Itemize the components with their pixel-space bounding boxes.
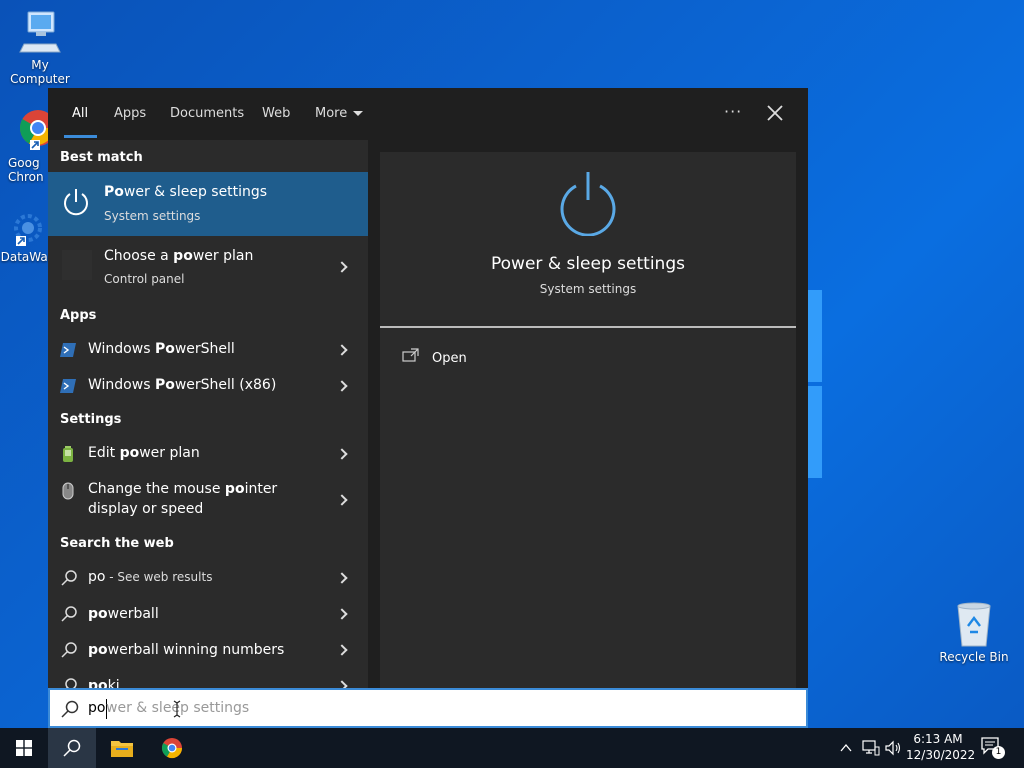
clock-time: 6:13 AM — [913, 732, 963, 746]
result-subtitle: System settings — [104, 209, 201, 223]
result-detail-pane: Power & sleep settings System settings O… — [368, 140, 808, 688]
section-header-search-web: Search the web — [60, 536, 174, 551]
section-header-apps: Apps — [60, 308, 97, 323]
result-title: Power & sleep settings — [104, 184, 268, 200]
desktop-icon-label: Recycle Bin — [939, 650, 1009, 664]
network-icon[interactable] — [862, 740, 880, 756]
mouse-icon — [62, 482, 74, 500]
folder-icon — [111, 741, 133, 757]
taskbar-file-explorer[interactable] — [98, 728, 146, 768]
search-tabs-bar: All Apps Documents Web More ··· — [48, 88, 808, 140]
chevron-right-icon[interactable] — [336, 644, 348, 656]
search-icon — [63, 739, 81, 757]
search-icon — [61, 642, 77, 658]
result-title: powerball winning numbers — [88, 642, 285, 658]
computer-icon — [19, 11, 61, 53]
chevron-up-icon[interactable] — [840, 743, 852, 753]
result-title: Windows PowerShell (x86) — [88, 377, 277, 393]
chevron-right-icon[interactable] — [336, 680, 348, 688]
chevron-down-icon — [353, 111, 364, 116]
chevron-right-icon[interactable] — [336, 261, 348, 273]
volume-icon[interactable] — [884, 740, 902, 756]
desktop-icon-label: My Computer — [10, 58, 70, 86]
clock[interactable]: 6:13 AM 12/30/2022 — [906, 731, 976, 763]
search-typed-text: po — [88, 700, 106, 716]
result-title: poki — [88, 678, 120, 688]
taskbar-chrome[interactable] — [148, 728, 196, 768]
tab-web[interactable]: Web — [262, 88, 290, 140]
chevron-right-icon[interactable] — [336, 572, 348, 584]
start-button[interactable] — [0, 728, 48, 768]
powershell-icon — [60, 343, 76, 357]
section-header-best-match: Best match — [60, 150, 143, 165]
recycle-bin-icon — [957, 602, 991, 647]
chevron-right-icon[interactable] — [336, 608, 348, 620]
windows-logo-light — [808, 290, 822, 480]
gear-cluster-icon — [14, 214, 42, 246]
desktop-icon-my-computer[interactable]: My Computer — [0, 8, 80, 86]
result-subtitle: Control panel — [104, 272, 185, 286]
desktop-icon-recycle-bin[interactable]: Recycle Bin — [934, 600, 1014, 664]
tab-all[interactable]: All — [63, 88, 98, 140]
notifications-button[interactable]: 1 — [980, 736, 1006, 760]
chevron-right-icon[interactable] — [336, 448, 348, 460]
open-label: Open — [432, 351, 467, 366]
start-search-panel: All Apps Documents Web More ··· Best mat… — [48, 88, 808, 728]
result-title: Windows PowerShell — [88, 341, 235, 357]
notification-count-badge: 1 — [992, 746, 1005, 759]
search-icon — [61, 700, 79, 718]
result-windows-powershell-x86[interactable]: Windows PowerShell (x86) — [48, 368, 368, 404]
windows-logo-icon — [16, 740, 32, 756]
result-windows-powershell[interactable]: Windows PowerShell — [48, 332, 368, 368]
detail-subtitle: System settings — [539, 282, 637, 296]
result-title: Choose a power plan — [104, 248, 254, 264]
chevron-right-icon[interactable] — [336, 380, 348, 392]
powershell-icon — [60, 379, 76, 393]
web-result-poki[interactable]: poki — [48, 668, 368, 688]
result-title-line2: display or speed — [88, 501, 204, 517]
battery-icon — [63, 446, 73, 462]
search-input[interactable]: po wer & sleep settings — [48, 688, 808, 728]
taskbar: 6:13 AM 12/30/2022 1 — [0, 728, 1024, 768]
result-title: Edit power plan — [88, 445, 200, 461]
search-icon — [65, 678, 77, 688]
tab-apps[interactable]: Apps — [114, 88, 146, 140]
more-options-button[interactable]: ··· — [724, 102, 742, 121]
result-power-sleep-settings[interactable]: Power & sleep settings System settings — [48, 172, 368, 236]
open-external-icon — [402, 348, 419, 362]
detail-card: Power & sleep settings System settings O… — [380, 152, 796, 688]
result-choose-power-plan[interactable]: Choose a power plan Control panel — [48, 236, 368, 300]
divider — [380, 326, 796, 328]
open-action[interactable]: Open — [402, 348, 467, 366]
result-title-line1: Change the mouse pointer — [88, 481, 278, 497]
see-web-results-label: - See web results — [105, 570, 213, 584]
clock-date: 12/30/2022 — [906, 748, 976, 762]
tab-more[interactable]: More — [315, 88, 364, 140]
result-title: po - See web results — [88, 569, 213, 585]
detail-title: Power & sleep settings — [491, 254, 685, 274]
chevron-right-icon[interactable] — [336, 494, 348, 506]
web-result-powerball-winning-numbers[interactable]: powerball winning numbers — [48, 632, 368, 668]
taskbar-search-button[interactable] — [48, 728, 96, 768]
control-panel-icon — [62, 250, 92, 280]
results-list: Best match Power & sleep settings System… — [48, 140, 368, 688]
section-header-settings: Settings — [60, 412, 122, 427]
tab-documents[interactable]: Documents — [170, 88, 244, 140]
search-icon — [61, 570, 77, 586]
power-icon — [560, 172, 616, 236]
result-change-mouse-pointer[interactable]: Change the mouse pointer display or spee… — [48, 472, 368, 528]
search-icon — [61, 606, 77, 622]
result-title: powerball — [88, 606, 159, 622]
result-edit-power-plan[interactable]: Edit power plan — [48, 436, 368, 472]
web-result-po[interactable]: po - See web results — [48, 560, 368, 596]
chrome-icon — [161, 738, 183, 759]
power-icon — [64, 189, 88, 216]
text-cursor-icon — [173, 700, 181, 718]
web-result-powerball[interactable]: powerball — [48, 596, 368, 632]
close-icon[interactable] — [764, 102, 786, 124]
chevron-right-icon[interactable] — [336, 344, 348, 356]
